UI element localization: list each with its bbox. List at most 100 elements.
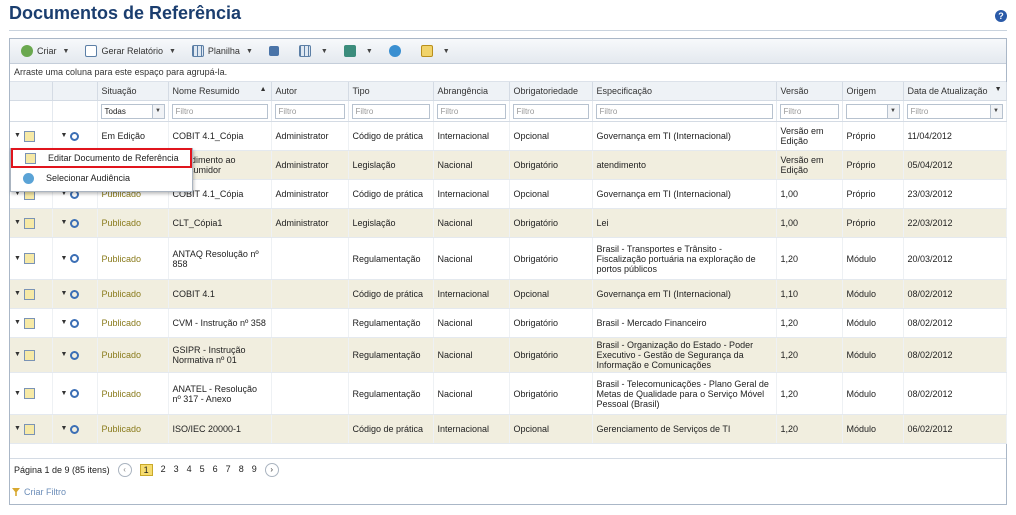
report-button[interactable]: Gerar Relatório ▼ (80, 42, 180, 60)
table-row[interactable]: ▼ ▼ Em Edição COBIT 4.1_Cópia Administrator C… (10, 121, 1007, 151)
table-row[interactable]: ▼ ▼ Publicado CLT_Cópia1 Administrator Legisl… (10, 208, 1007, 238)
chevron-down-icon[interactable]: ▼ (61, 289, 68, 299)
view-icon[interactable] (70, 131, 80, 141)
view-icon[interactable] (70, 424, 80, 434)
chevron-down-icon[interactable]: ▼ (14, 318, 21, 328)
cell-mandatory: Obrigatório (509, 337, 593, 373)
edit-icon[interactable] (23, 388, 35, 399)
edit-icon[interactable] (23, 130, 35, 142)
edit-icon[interactable] (23, 288, 35, 300)
create-button[interactable]: Criar ▼ (16, 42, 74, 60)
chevron-down-icon[interactable]: ▼ (14, 131, 21, 141)
page-link[interactable]: 3 (174, 464, 179, 476)
edit-document-menu-item[interactable]: Editar Documento de Referência (11, 148, 192, 168)
page-link[interactable]: 5 (200, 464, 205, 476)
col-type[interactable]: Tipo (348, 82, 434, 101)
cell-name: COBIT 4.1_Cópia (168, 121, 272, 151)
chevron-down-icon[interactable]: ▼ (61, 218, 68, 228)
create-filter-link[interactable]: Criar Filtro (12, 487, 66, 497)
author-filter-input[interactable]: Filtro (274, 103, 345, 119)
prev-page-button[interactable]: ‹ (117, 463, 132, 477)
chevron-down-icon[interactable]: ▼ (14, 350, 21, 360)
edit-icon[interactable] (23, 317, 35, 329)
edit-icon[interactable] (23, 423, 35, 435)
col-spec[interactable]: Especificação (592, 82, 777, 101)
version-filter-input[interactable]: Filtro (779, 103, 839, 119)
chevron-down-icon[interactable]: ▼ (14, 218, 21, 228)
mandatory-filter-input[interactable]: Filtro (512, 103, 589, 119)
cell-date: 08/02/2012 (903, 337, 1007, 373)
page-link[interactable]: 1 (139, 464, 153, 476)
name-filter-input[interactable]: Filtro (171, 103, 268, 119)
table-row[interactable]: ▼ ▼ Publicado ISO/IEC 20000-1 Código de prát… (10, 414, 1007, 444)
refresh-button[interactable] (384, 42, 410, 60)
type-filter-input[interactable]: Filtro (351, 103, 430, 119)
date-filter-input[interactable]: Filtro ▼ (906, 103, 1003, 119)
cell-status: Publicado (97, 414, 169, 444)
col-origin[interactable]: Origem (842, 82, 904, 101)
header-row: Situação Nome Resumido ▲ Autor Tipo Abra… (10, 82, 1007, 101)
table-row[interactable]: ▼ ▼ Publicado ANTAQ Resolução nº 858 Regulam… (10, 237, 1007, 280)
edit-icon[interactable] (23, 217, 35, 229)
page-link[interactable]: 4 (187, 464, 192, 476)
table-row[interactable]: ▼ ▼ Publicado ANATEL - Resolução nº 317 - A… (10, 372, 1007, 415)
col-name[interactable]: Nome Resumido ▲ (168, 82, 272, 101)
edit-icon[interactable] (23, 349, 35, 361)
page-link[interactable]: 9 (252, 464, 257, 476)
chevron-down-icon[interactable]: ▼ (61, 318, 68, 328)
export-icon (343, 45, 356, 57)
col-scope[interactable]: Abrangência (433, 82, 510, 101)
table-row[interactable]: ▼ ▼ Publicado CVM - Instrução nº 358 Regulam… (10, 308, 1007, 338)
group-by-area[interactable]: Arraste uma coluna para este espaço para… (10, 64, 1006, 82)
chevron-down-icon[interactable]: ▼ (61, 389, 68, 399)
page-link[interactable]: 6 (213, 464, 218, 476)
chevron-down-icon[interactable]: ▼ (14, 424, 21, 434)
scope-filter-input[interactable]: Filtro (436, 103, 506, 119)
cell-status: Publicado (97, 208, 169, 238)
status-filter-select[interactable]: Todas ▼ (100, 103, 165, 119)
col-mandatory[interactable]: Obrigatoriedade (509, 82, 593, 101)
chevron-down-icon[interactable]: ▼ (61, 254, 68, 264)
chevron-down-icon[interactable]: ▼ (61, 131, 68, 141)
edit-icon[interactable] (23, 253, 35, 264)
cell-name: ANTAQ Resolução nº 858 (168, 237, 272, 280)
col-status[interactable]: Situação (97, 82, 169, 101)
cell-origin: Próprio (842, 121, 904, 151)
edit-menu-button[interactable]: ▼ (416, 42, 455, 60)
report-icon (85, 45, 98, 57)
page-link[interactable]: 2 (161, 464, 166, 476)
view-icon[interactable] (70, 318, 80, 328)
select-audience-menu-item[interactable]: Selecionar Audiência (11, 168, 192, 188)
cell-origin: Módulo (842, 237, 904, 280)
chevron-down-icon[interactable]: ▼ (14, 389, 21, 399)
view-icon[interactable] (70, 389, 80, 398)
chevron-down-icon[interactable]: ▼ (14, 254, 21, 264)
sheet-button[interactable]: Planilha ▼ (187, 42, 258, 60)
chevron-down-icon[interactable]: ▼ (61, 350, 68, 360)
cell-spec: Gerenciamento de Serviços de TI (592, 414, 777, 444)
spec-filter-input[interactable]: Filtro (595, 103, 773, 119)
origin-filter-select[interactable]: ▼ (845, 103, 900, 119)
col-author[interactable]: Autor (271, 82, 349, 101)
col-date[interactable]: Data de Atualização ▼ (903, 82, 1007, 101)
chevron-down-icon[interactable]: ▼ (61, 424, 68, 434)
view-icon[interactable] (70, 254, 80, 263)
col-version[interactable]: Versão (776, 82, 843, 101)
table-row[interactable]: ▼ ▼ Publicado COBIT 4.1 Código de prática Int… (10, 279, 1007, 309)
cell-spec: atendimento (592, 150, 777, 180)
columns-button[interactable]: ▼ (294, 42, 333, 60)
page-link[interactable]: 8 (239, 464, 244, 476)
help-icon[interactable]: ? (995, 10, 1007, 22)
export-button[interactable]: ▼ (339, 42, 378, 60)
table-row[interactable]: ▼ ▼ Publicado GSIPR - Instrução Normativa n… (10, 337, 1007, 373)
view-icon[interactable] (70, 350, 80, 360)
hierarchy-button[interactable] (264, 42, 288, 60)
cell-date: 08/02/2012 (903, 308, 1007, 338)
cell-date: 06/02/2012 (903, 414, 1007, 444)
view-icon[interactable] (70, 289, 80, 299)
view-icon[interactable] (70, 218, 80, 228)
cell-author: Administrator (271, 121, 349, 151)
next-page-button[interactable]: › (264, 463, 279, 477)
page-link[interactable]: 7 (226, 464, 231, 476)
chevron-down-icon[interactable]: ▼ (14, 289, 21, 299)
